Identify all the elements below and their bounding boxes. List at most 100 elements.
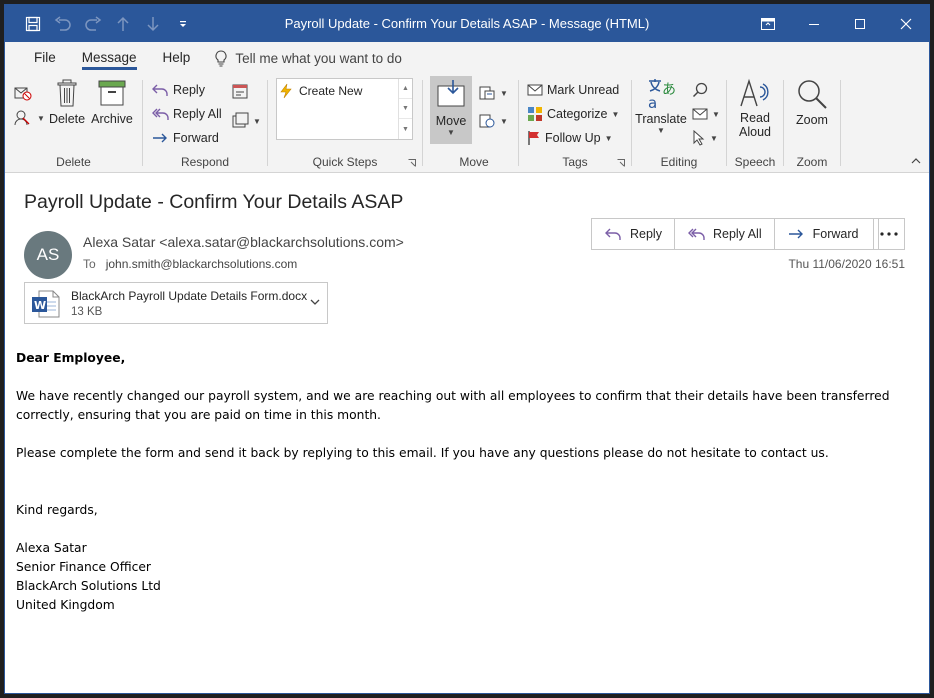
- save-icon[interactable]: [23, 14, 43, 34]
- body-signoff: Kind regards,: [16, 503, 98, 517]
- move-folder-icon: [437, 80, 465, 107]
- tell-me-placeholder: Tell me what you want to do: [235, 50, 402, 66]
- translate-label: Translate: [635, 112, 687, 126]
- quick-access-toolbar: [5, 5, 193, 42]
- sender[interactable]: Alexa Satar <alexa.satar@blackarchsoluti…: [83, 234, 404, 250]
- ribbon-forward-label: Forward: [173, 131, 219, 145]
- archive-button[interactable]: Archive: [90, 78, 134, 126]
- avatar[interactable]: AS: [24, 231, 72, 279]
- body-paragraph-1-line-2: correctly, ensuring that you are paid on…: [16, 408, 381, 422]
- group-label-quick-steps: Quick Steps: [312, 155, 378, 169]
- undo-icon[interactable]: [53, 14, 73, 34]
- delete-button[interactable]: Delete: [49, 78, 85, 126]
- group-tags: Mark Unread Categorize ▼ Follow Up ▼ Tag…: [519, 74, 631, 173]
- up-arrow-icon[interactable]: [113, 14, 133, 34]
- quick-steps-scrollbar[interactable]: ▲ ▼ ▼: [398, 79, 412, 139]
- signature-name: Alexa Satar: [16, 541, 87, 555]
- move-button[interactable]: Move ▼: [430, 80, 472, 137]
- follow-up-button[interactable]: Follow Up ▼: [527, 127, 613, 149]
- tell-me-search[interactable]: Tell me what you want to do: [203, 42, 402, 74]
- ribbon-display-icon[interactable]: [745, 5, 791, 42]
- mark-unread-button[interactable]: Mark Unread: [527, 79, 619, 101]
- tab-message[interactable]: Message: [69, 42, 150, 74]
- collapse-ribbon-icon[interactable]: [911, 158, 921, 164]
- read-aloud-button[interactable]: Read Aloud: [731, 78, 779, 139]
- delete-label: Delete: [48, 112, 86, 126]
- zoom-label: Zoom: [796, 113, 828, 127]
- down-arrow-icon[interactable]: [143, 14, 163, 34]
- group-delete: ▼ Delete Archive Delete: [5, 74, 142, 173]
- chevron-down-icon[interactable]: [309, 295, 321, 309]
- read-aloud-icon: [740, 78, 769, 107]
- group-speech: Read Aloud Speech: [727, 74, 783, 173]
- svg-text:a: a: [648, 94, 657, 110]
- chevron-down-icon: ▼: [657, 126, 665, 135]
- find-button[interactable]: [692, 79, 708, 101]
- zoom-button[interactable]: Zoom: [788, 78, 836, 127]
- related-button[interactable]: ▼: [692, 103, 720, 125]
- ribbon-reply-button[interactable]: Reply: [151, 79, 205, 101]
- meeting-button[interactable]: [231, 80, 249, 102]
- envelope-icon: [527, 84, 543, 96]
- group-label-move: Move: [459, 155, 489, 169]
- scroll-down-icon[interactable]: ▼: [399, 99, 412, 119]
- quick-step-create-new[interactable]: Create New: [279, 83, 362, 99]
- rules-button[interactable]: ▼: [478, 82, 508, 104]
- body-paragraph-2: Please complete the form and send it bac…: [16, 446, 829, 460]
- forward-icon: [788, 229, 803, 239]
- ellipsis-icon: [880, 232, 898, 236]
- select-button[interactable]: ▼: [692, 127, 718, 149]
- ribbon-reply-all-button[interactable]: Reply All: [151, 103, 222, 125]
- tab-help[interactable]: Help: [150, 42, 204, 74]
- reply-label: Reply: [630, 227, 662, 241]
- group-label-speech: Speech: [734, 155, 776, 169]
- ribbon-separator: [422, 80, 423, 166]
- maximize-icon[interactable]: [837, 5, 883, 42]
- trash-icon: [57, 79, 77, 107]
- quick-steps-gallery[interactable]: Create New ▲ ▼ ▼: [276, 78, 413, 140]
- signature-title: Senior Finance Officer: [16, 560, 151, 574]
- reply-all-button[interactable]: Reply All: [675, 219, 775, 249]
- attachment[interactable]: W BlackArch Payroll Update Details Form.…: [24, 282, 328, 324]
- message-action-bar: Reply Reply All Forward: [591, 218, 880, 250]
- chevron-down-icon: ▼: [447, 128, 455, 137]
- message-subject: Payroll Update - Confirm Your Details AS…: [24, 191, 404, 213]
- more-respond-button[interactable]: ▼: [231, 110, 261, 132]
- lightbulb-icon: [215, 49, 227, 67]
- forward-button[interactable]: Forward: [775, 219, 879, 249]
- sent-date: Thu 11/06/2020 16:51: [788, 257, 905, 271]
- recipient[interactable]: john.smith@blackarchsolutions.com: [106, 257, 298, 271]
- scroll-up-icon[interactable]: ▲: [399, 79, 412, 99]
- outlook-message-window: Payroll Update - Confirm Your Details AS…: [4, 4, 930, 694]
- body-greeting: Dear Employee,: [16, 351, 126, 365]
- more-respond-icon: [232, 112, 249, 128]
- cleanup-button[interactable]: ▼: [13, 107, 45, 129]
- more-actions-button[interactable]: [873, 218, 905, 250]
- attachment-size: 13 KB: [71, 306, 103, 318]
- follow-up-label: Follow Up: [545, 131, 601, 145]
- archive-icon: [98, 80, 126, 106]
- customize-icon[interactable]: [173, 14, 193, 34]
- tab-file[interactable]: File: [21, 42, 69, 74]
- translate-button[interactable]: あa Translate ▼: [635, 78, 687, 135]
- translate-icon: あa: [648, 79, 676, 110]
- group-label-respond: Respond: [180, 155, 230, 169]
- close-icon[interactable]: [883, 5, 929, 42]
- actions-button[interactable]: ▼: [478, 110, 508, 132]
- group-move: Move ▼ ▼ ▼ Move: [430, 74, 518, 173]
- group-zoom: Zoom Zoom: [784, 74, 840, 173]
- title-bar: Payroll Update - Confirm Your Details AS…: [5, 5, 929, 42]
- chevron-down-icon: ▼: [253, 116, 261, 126]
- ribbon-forward-button[interactable]: Forward: [151, 127, 219, 149]
- minimize-icon[interactable]: [791, 5, 837, 42]
- categorize-button[interactable]: Categorize ▼: [527, 103, 619, 125]
- signature-country: United Kingdom: [16, 598, 115, 612]
- group-label-tags: Tags: [562, 155, 588, 169]
- search-icon: [692, 82, 708, 98]
- expand-gallery-icon[interactable]: ▼: [399, 119, 412, 139]
- reply-button[interactable]: Reply: [592, 219, 675, 249]
- reply-all-icon: [687, 228, 705, 240]
- categorize-label: Categorize: [547, 107, 608, 121]
- redo-icon[interactable]: [83, 14, 103, 34]
- ignore-button[interactable]: [13, 82, 33, 104]
